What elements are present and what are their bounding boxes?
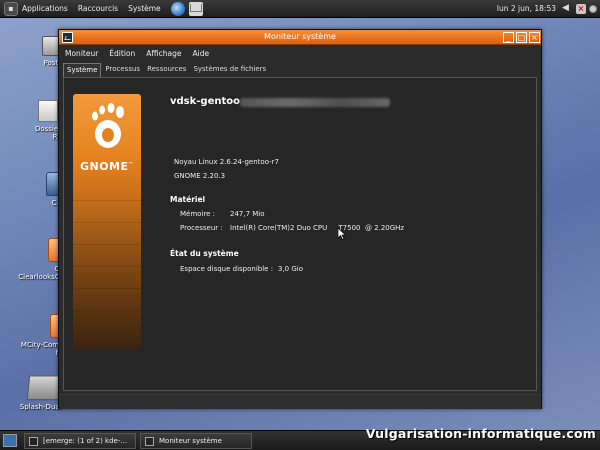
menu-moniteur[interactable]: Moniteur (65, 49, 98, 58)
mouse-cursor-icon (338, 228, 346, 240)
window-statusbar (59, 394, 541, 409)
gnome-foot-icon (92, 103, 124, 148)
memory-label: Mémoire : (180, 210, 216, 218)
hostname: vdsk-gentoo (170, 96, 241, 107)
tab-bar: Système Processus Ressources Systèmes de… (63, 63, 270, 77)
menu-affichage[interactable]: Affichage (146, 49, 181, 58)
cpu-value: Intel(R) Core(TM)2 Duo CPU T7500 @ 2.20G… (230, 224, 405, 232)
taskbar-button-system-monitor[interactable]: Moniteur système (140, 433, 252, 449)
logo-band (73, 310, 141, 311)
maximize-button[interactable]: □ (516, 32, 527, 43)
disk-label: Espace disque disponible : (180, 265, 274, 273)
desktop-icon-label: R (52, 133, 58, 141)
menubar: Moniteur Édition Affichage Aide (59, 46, 541, 61)
menu-raccourcis[interactable]: Raccourcis (78, 4, 118, 13)
top-panel: ▪ Applications Raccourcis Système lun 2 … (0, 0, 600, 18)
terminal-icon (29, 436, 38, 446)
watermark: Vulgarisation-informatique.com (365, 426, 596, 441)
system-monitor-window: Moniteur système _ □ × Moniteur Édition … (58, 29, 542, 409)
desktop-icon-mcity[interactable]: MCity-Com h (16, 314, 66, 357)
hostname-redacted (240, 98, 390, 107)
desktop-icon-label: h (20, 349, 60, 357)
logo-band (73, 200, 141, 201)
menu-applications[interactable]: Applications (22, 4, 68, 13)
close-button[interactable]: × (529, 32, 540, 43)
logo-band (73, 288, 141, 289)
disk-value: 3,0 Gio (278, 265, 304, 273)
desktop-icon-label: C (54, 265, 60, 273)
desktop-icon-label: ClearlooksC (18, 273, 60, 281)
window-title: Moniteur système (264, 32, 336, 41)
tab-systeme[interactable]: Système (63, 63, 102, 77)
hardware-heading: Matériel (170, 195, 206, 204)
window-titlebar[interactable]: Moniteur système _ □ × (59, 30, 541, 45)
shutdown-icon[interactable] (589, 5, 597, 13)
network-status-icon[interactable]: × (576, 4, 586, 14)
menu-aide[interactable]: Aide (192, 49, 209, 58)
logo-band (73, 222, 141, 223)
system-monitor-icon (145, 436, 154, 446)
system-tab-panel: GNOME™ vdsk-gentoo Noyau Linux 2.6.24-ge… (63, 77, 537, 391)
gnome-version: GNOME 2.20.3 (174, 172, 226, 180)
clock[interactable]: lun 2 jun, 18:53 (497, 4, 556, 13)
logo-band (73, 266, 141, 267)
volume-icon[interactable]: ◀ (562, 3, 572, 14)
gnome-logo-text: GNOME™ (79, 160, 135, 173)
tab-processus[interactable]: Processus (102, 63, 143, 77)
web-browser-icon[interactable] (170, 1, 185, 16)
minimize-button[interactable]: _ (503, 32, 514, 43)
desktop-icon-label: C (51, 199, 57, 207)
menu-systeme[interactable]: Système (128, 4, 161, 13)
taskbar-button-emerge[interactable]: [emerge: (1 of 2) kde-... (24, 433, 136, 449)
cpu-label: Processeur : (180, 224, 223, 232)
menu-edition[interactable]: Édition (109, 49, 135, 58)
mail-client-icon[interactable] (188, 1, 203, 16)
distribution-logo-icon[interactable]: ▪ (4, 1, 18, 16)
desktop-icon-label: MCity-Com (20, 341, 60, 349)
folder-icon (38, 100, 58, 122)
kernel-version: Noyau Linux 2.6.24-gentoo-r7 (174, 158, 279, 166)
tab-systemes-de-fichiers[interactable]: Systèmes de fichiers (190, 63, 269, 77)
memory-value: 247,7 Mio (230, 210, 265, 218)
taskbar-label: [emerge: (1 of 2) kde-... (43, 437, 128, 445)
tab-ressources[interactable]: Ressources (144, 63, 189, 77)
desktop-icon-clearlooks[interactable]: C ClearlooksC (14, 238, 64, 281)
system-status-heading: État du système (170, 249, 239, 258)
taskbar-label: Moniteur système (159, 437, 222, 445)
logo-band (73, 244, 141, 245)
gnome-logo: GNOME™ (73, 94, 141, 350)
show-desktop-button[interactable] (3, 434, 17, 447)
